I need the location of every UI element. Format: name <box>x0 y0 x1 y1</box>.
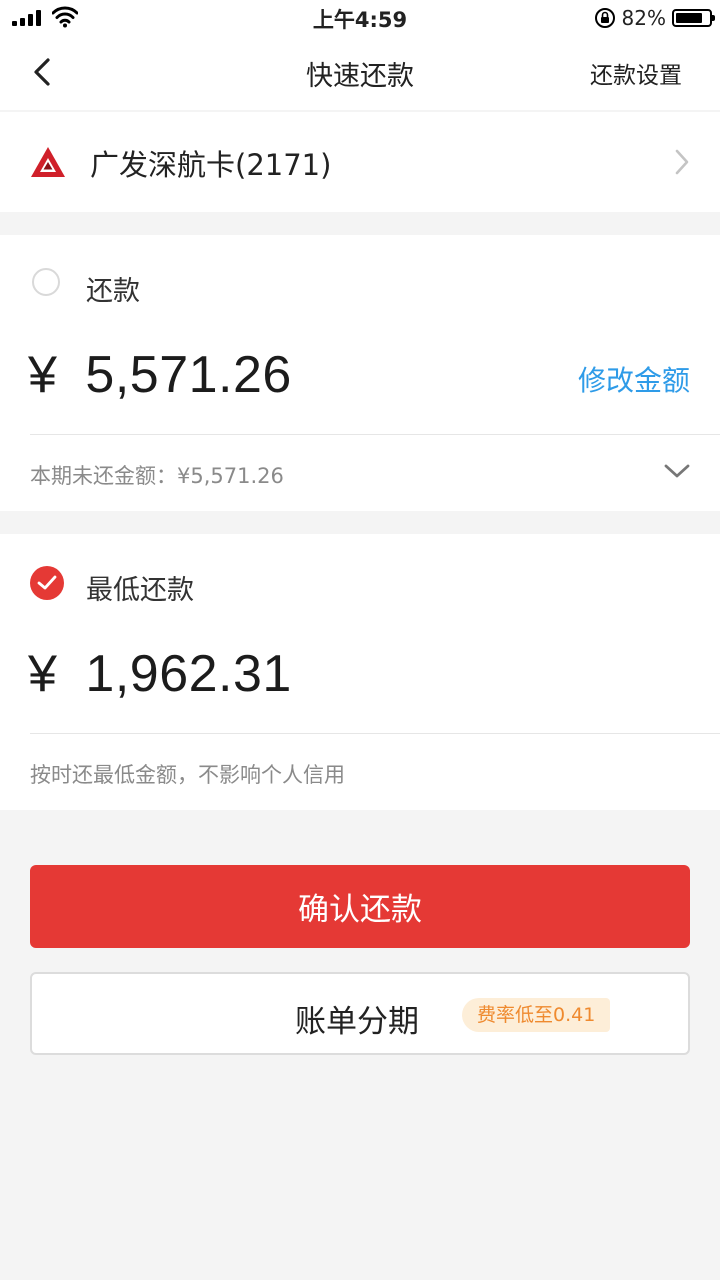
full-repay-option[interactable]: 还款 ¥5,571.26 修改金额 本期未还金额：¥5,571.26 <box>0 235 720 511</box>
edit-amount-link[interactable]: 修改金额 <box>578 359 690 399</box>
repay-settings-link[interactable]: 还款设置 <box>590 56 682 90</box>
rotation-lock-icon <box>594 8 615 28</box>
battery-level <box>676 13 702 23</box>
chevron-down-icon[interactable] <box>664 463 690 479</box>
currency-symbol: ¥ <box>28 346 58 404</box>
card-name: 广发深航卡(2171) <box>90 148 332 182</box>
bank-logo-icon <box>31 147 65 177</box>
currency-symbol: ¥ <box>28 645 58 703</box>
divider <box>30 733 720 734</box>
battery-percent: 82% <box>621 6 666 30</box>
checkmark-icon <box>37 575 57 590</box>
divider <box>30 434 720 435</box>
status-right: 82% <box>594 4 715 32</box>
amount-value: 5,571.26 <box>85 346 292 404</box>
amount-value: 1,962.31 <box>85 645 292 703</box>
min-repay-option[interactable]: 最低还款 ¥1,962.31 按时还最低金额，不影响个人信用 <box>0 534 720 810</box>
nav-bar: 快速还款 还款设置 <box>0 36 720 110</box>
chevron-right-icon <box>675 149 689 175</box>
min-repay-amount: ¥1,962.31 <box>28 644 292 704</box>
status-bar: 上午4:59 82% <box>0 0 720 36</box>
radio-checked-icon[interactable] <box>30 566 64 600</box>
battery-icon <box>672 9 715 27</box>
card-selector[interactable]: 广发深航卡(2171) <box>0 112 720 212</box>
radio-unchecked-icon[interactable] <box>32 268 60 296</box>
full-repay-label: 还款 <box>86 276 140 307</box>
installment-label: 账单分期 <box>295 1004 419 1040</box>
rate-badge: 费率低至0.41 <box>462 998 611 1032</box>
outstanding-note: 本期未还金额：¥5,571.26 <box>30 464 284 488</box>
min-repay-note: 按时还最低金额，不影响个人信用 <box>30 763 345 787</box>
confirm-repay-button[interactable]: 确认还款 <box>30 865 690 948</box>
installment-button[interactable]: 账单分期 费率低至0.41 <box>30 972 690 1055</box>
full-repay-amount: ¥5,571.26 <box>28 345 292 405</box>
min-repay-label: 最低还款 <box>86 575 194 606</box>
